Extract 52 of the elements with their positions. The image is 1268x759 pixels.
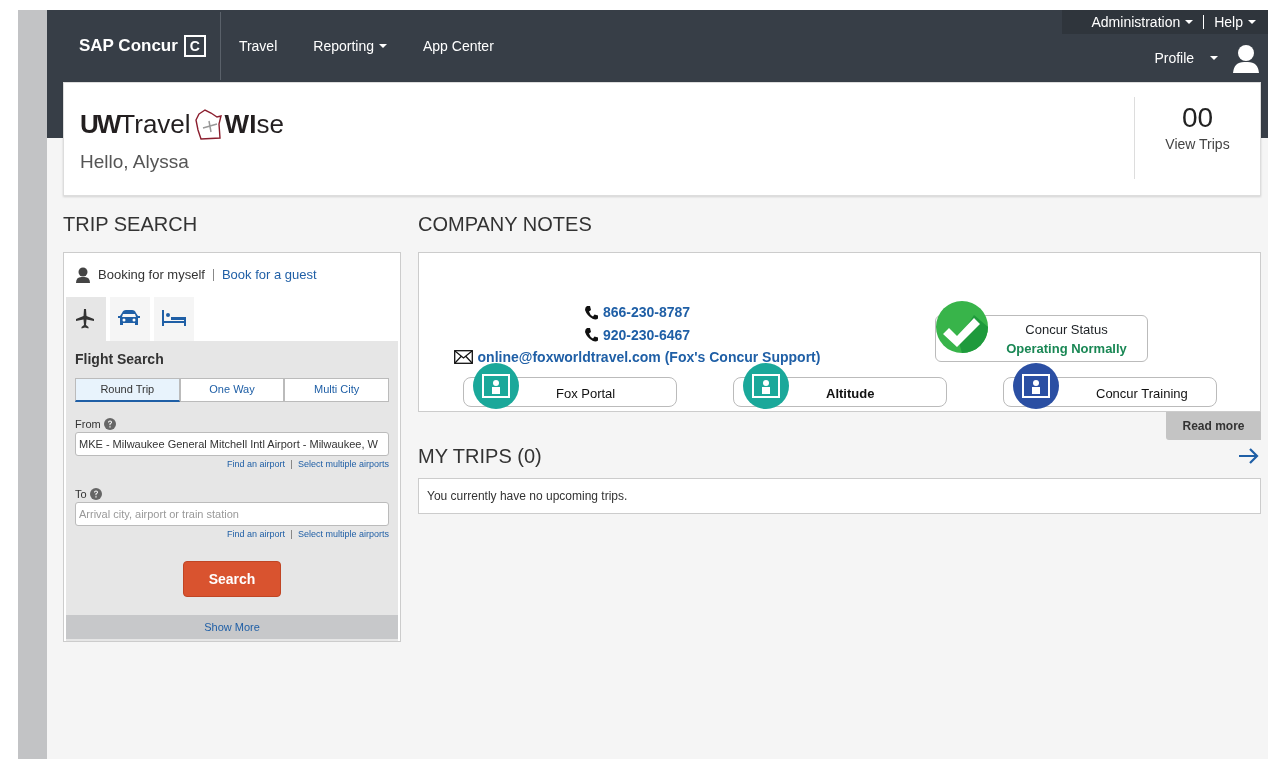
bed-icon xyxy=(161,308,187,329)
airport-link[interactable]: Select multiple airports xyxy=(297,458,389,472)
section-title: COMPANY NOTES xyxy=(418,212,593,236)
phone-link[interactable]: 866-230-8787 xyxy=(583,303,691,321)
trip-type-tab[interactable]: Multi City xyxy=(284,377,389,402)
airport-link[interactable]: Find an airport xyxy=(226,458,285,472)
nav-link[interactable]: Reporting xyxy=(295,10,405,82)
map-outline-icon xyxy=(192,108,223,141)
trip-count: 00 xyxy=(1180,103,1215,134)
status-title: Concur Status xyxy=(1024,321,1109,339)
form-title: Flight Search xyxy=(75,349,165,369)
person-icon xyxy=(76,266,90,283)
search-button[interactable]: Search xyxy=(183,561,281,597)
trip-type-tab[interactable]: One Way xyxy=(179,377,285,402)
field-label: From xyxy=(75,416,101,432)
guest-link[interactable]: Book for a guest xyxy=(221,265,317,285)
help-icon xyxy=(89,487,102,500)
nav-link[interactable]: Travel xyxy=(220,10,296,82)
help-icon xyxy=(103,417,116,430)
airport-link[interactable]: Select multiple airports xyxy=(297,528,389,542)
arrow-right-icon[interactable] xyxy=(1238,447,1259,465)
phone-icon xyxy=(583,304,598,320)
mail-icon xyxy=(453,350,473,364)
airport-link[interactable]: Find an airport xyxy=(226,528,285,542)
nav-link[interactable]: Administration xyxy=(1081,11,1204,33)
travel-tab[interactable] xyxy=(66,296,106,341)
brand-name: SAP Concur xyxy=(79,35,178,58)
greeting-text: Hello, Alyssa xyxy=(80,150,190,174)
input-field[interactable]: MKE - Milwaukee General Mitchell Intl Airport - Milwaukee, W xyxy=(75,432,389,456)
section-title: TRIP SEARCH xyxy=(63,212,199,236)
read-more-button[interactable]: Read more xyxy=(1166,412,1261,440)
travel-tab[interactable] xyxy=(110,296,150,341)
avatar-icon xyxy=(1232,42,1260,74)
input-field[interactable]: Arrival city, airport or train station xyxy=(75,502,389,526)
show-more-link[interactable]: Show More xyxy=(66,615,398,639)
field-label: To xyxy=(75,486,87,502)
view-trips-link[interactable]: View Trips xyxy=(1165,135,1230,152)
nav-link[interactable]: App Center xyxy=(404,10,512,82)
logo: UWTravel WIse xyxy=(80,107,284,143)
email-link[interactable]: online@foxworldtravel.com (Fox's Concur Support) xyxy=(453,348,821,366)
profile-menu[interactable]: Profile xyxy=(1154,47,1218,69)
no-trips-message: You currently have no upcoming trips. xyxy=(418,478,1261,514)
phone-icon xyxy=(583,327,598,342)
travel-tab[interactable] xyxy=(154,296,194,341)
phone-link[interactable]: 920-230-6467 xyxy=(583,325,691,344)
booking-text: Booking for myself xyxy=(98,266,205,284)
brand-logo-icon: C xyxy=(183,35,206,57)
status-text: Operating Normally xyxy=(1005,340,1128,358)
trip-type-tab[interactable]: Round Trip xyxy=(75,377,180,402)
nav-link[interactable]: Help xyxy=(1204,11,1266,33)
checkmark-icon xyxy=(936,301,988,353)
section-title: MY TRIPS (0) xyxy=(418,444,542,468)
